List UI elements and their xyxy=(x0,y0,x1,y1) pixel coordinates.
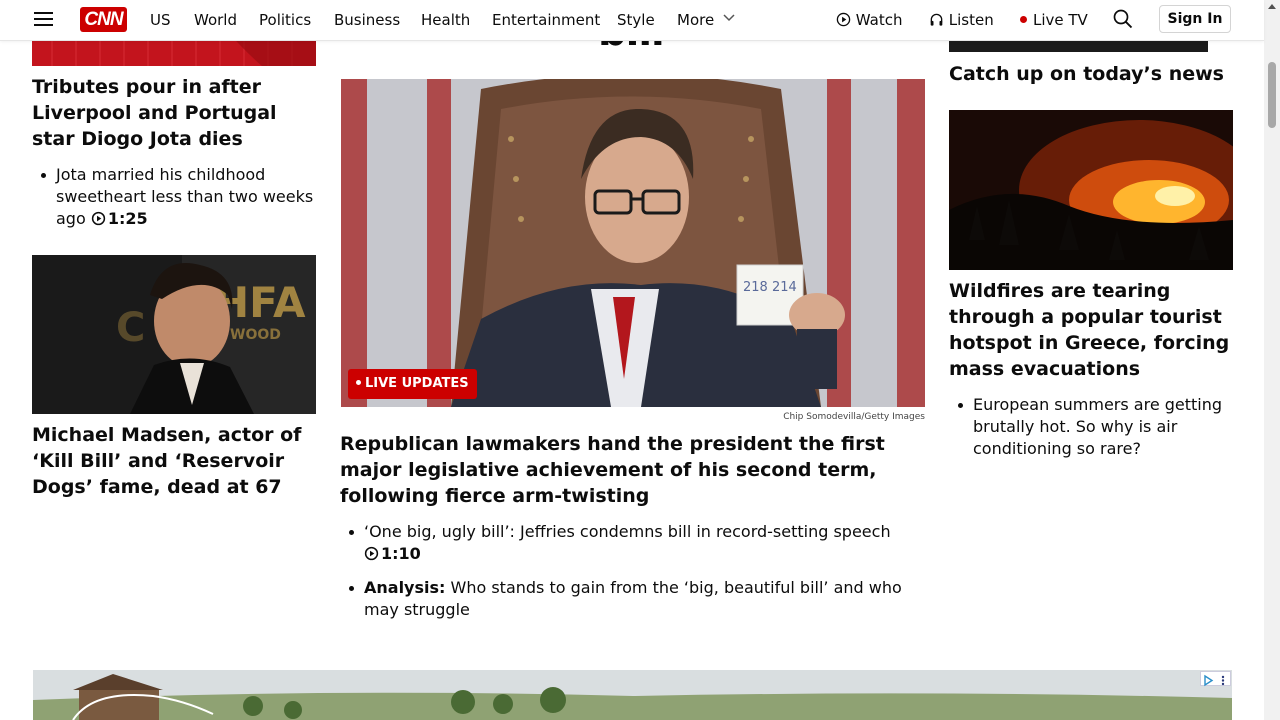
wildfire-image[interactable] xyxy=(949,110,1233,270)
analysis-label: Analysis: xyxy=(364,578,446,597)
nav-politics[interactable]: Politics xyxy=(259,10,311,30)
scrollbar-thumb[interactable] xyxy=(1268,62,1276,128)
jota-bullet[interactable]: Jota married his childhood sweetheart le… xyxy=(32,164,316,230)
live-dot-icon xyxy=(1020,16,1027,23)
nav-health[interactable]: Health xyxy=(421,10,470,30)
nav-us[interactable]: US xyxy=(150,10,171,30)
svg-text:C: C xyxy=(116,305,145,351)
main-duration-text: 1:10 xyxy=(381,544,421,563)
wildfire-bullet[interactable]: European summers are getting brutally ho… xyxy=(949,394,1233,460)
live-tv-label: Live TV xyxy=(1033,11,1088,29)
live-updates-badge[interactable]: LIVE UPDATES xyxy=(348,369,477,399)
nav-entertainment[interactable]: Entertainment xyxy=(492,10,600,30)
watch-link[interactable]: Watch xyxy=(836,10,902,30)
scroll-up-arrow-icon[interactable] xyxy=(1268,4,1276,9)
nav-more[interactable]: More xyxy=(677,10,714,30)
nav-world[interactable]: World xyxy=(194,10,237,30)
main-story-image[interactable]: 218 214 xyxy=(341,79,925,407)
image-credit: Chip Somodevilla/Getty Images xyxy=(783,412,925,422)
madsen-image[interactable]: HFA WOOD C xyxy=(32,255,316,414)
site-header: CNN US World Politics Business Health En… xyxy=(0,0,1264,41)
madsen-headline[interactable]: Michael Madsen, actor of ‘Kill Bill’ and… xyxy=(32,422,316,500)
chevron-down-icon[interactable] xyxy=(723,14,735,22)
jota-headline[interactable]: Tributes pour in after Liverpool and Por… xyxy=(32,74,316,152)
catch-up-heading[interactable]: Catch up on today’s news xyxy=(949,61,1224,87)
main-bullet-1[interactable]: ‘One big, ugly bill’: Jeffries condemns … xyxy=(340,521,925,565)
jota-video-duration[interactable]: 1:25 xyxy=(91,209,148,228)
menu-icon[interactable] xyxy=(34,12,53,27)
jota-duration-text: 1:25 xyxy=(107,209,148,228)
ad-choices-icon[interactable] xyxy=(1200,671,1231,687)
main-bullet-2-text: Who stands to gain from the ‘big, beauti… xyxy=(364,578,902,619)
advertisement-banner[interactable] xyxy=(33,670,1232,720)
vote-card-numbers: 218 214 xyxy=(743,280,797,295)
listen-link[interactable]: Listen xyxy=(929,10,994,30)
main-bullet-2[interactable]: Analysis: Who stands to gain from the ‘b… xyxy=(340,577,925,621)
main-video-duration[interactable]: 1:10 xyxy=(364,544,421,563)
live-tv-link[interactable]: Live TV xyxy=(1020,10,1088,30)
play-icon xyxy=(836,12,851,27)
nav-style[interactable]: Style xyxy=(617,10,655,30)
nav-business[interactable]: Business xyxy=(334,10,400,30)
live-updates-label: LIVE UPDATES xyxy=(365,376,469,391)
main-bullet-1-text: ‘One big, ugly bill’: Jeffries condemns … xyxy=(364,522,891,541)
main-headline[interactable]: Republican lawmakers hand the president … xyxy=(340,431,925,509)
listen-label: Listen xyxy=(948,11,994,29)
play-icon xyxy=(364,546,379,561)
watch-label: Watch xyxy=(855,11,903,29)
headphones-icon xyxy=(930,13,943,26)
cnn-logo[interactable]: CNN xyxy=(80,7,127,32)
search-icon[interactable] xyxy=(1113,9,1133,29)
wildfire-headline[interactable]: Wildfires are tearing through a popular … xyxy=(949,278,1233,382)
svg-text:WOOD: WOOD xyxy=(230,327,281,343)
live-dot-icon xyxy=(356,380,361,385)
play-icon xyxy=(91,211,106,226)
sign-in-button[interactable]: Sign In xyxy=(1159,5,1231,33)
